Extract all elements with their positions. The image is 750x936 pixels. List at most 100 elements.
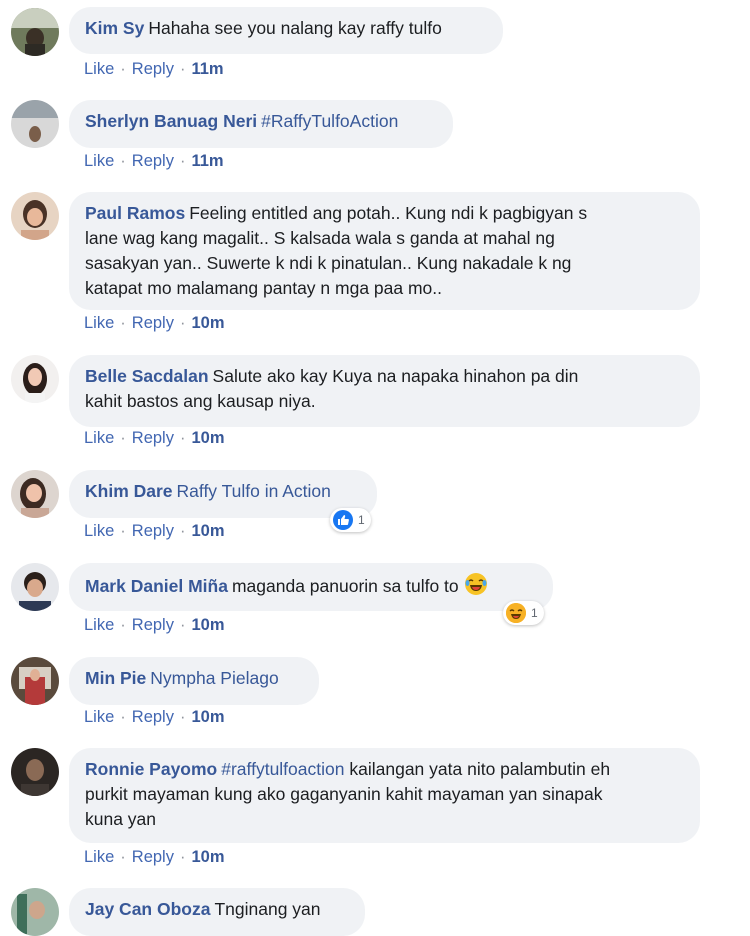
avatar[interactable] [11, 563, 59, 611]
comment-text-line: kailangan yata nito palambutin eh [349, 759, 611, 779]
like-link[interactable]: Like [84, 152, 114, 170]
like-link[interactable]: Like [84, 429, 114, 447]
commenter-name[interactable]: Paul Ramos [85, 203, 185, 223]
like-link[interactable]: Like [84, 60, 114, 78]
avatar-image [11, 192, 59, 240]
comment-bubble: Khim Dare Raffy Tulfo in Action [69, 470, 377, 518]
comment-bubble: Jay Can Oboza Tnginang yan [69, 888, 365, 936]
comment-text-line: kahit bastos ang kausap niya. [85, 391, 316, 411]
separator: · [120, 522, 126, 540]
commenter-name[interactable]: Ronnie Payomo [85, 759, 217, 779]
comment-actions: Like · Reply · 10m [84, 429, 225, 448]
timestamp[interactable]: 10m [191, 848, 224, 866]
avatar[interactable] [11, 8, 59, 56]
avatar[interactable] [11, 888, 59, 936]
separator: · [120, 429, 126, 447]
avatar-image [11, 8, 59, 56]
avatar[interactable] [11, 657, 59, 705]
timestamp[interactable]: 11m [191, 60, 223, 78]
comment-actions: Like · Reply · 11m [84, 60, 224, 79]
comment-actions: Like · Reply · 10m [84, 616, 225, 635]
hashtag-link[interactable]: #raffytulfoaction [221, 759, 344, 779]
reply-link[interactable]: Reply [132, 60, 174, 78]
comment-actions: Like · Reply · 10m [84, 708, 225, 727]
commenter-name[interactable]: Mark Daniel Miña [85, 576, 228, 596]
reply-link[interactable]: Reply [132, 429, 174, 447]
commenter-name[interactable]: Min Pie [85, 668, 146, 688]
separator: · [179, 429, 186, 447]
reply-link[interactable]: Reply [132, 152, 174, 170]
comment-text: maganda panuorin sa tulfo to [231, 576, 459, 597]
hashtag-link[interactable]: #RaffyTulfoAction [261, 111, 398, 131]
separator: · [179, 708, 186, 726]
comment-text-line: Salute ako kay Kuya na napaka hinahon pa… [212, 366, 579, 386]
reply-link[interactable]: Reply [132, 522, 174, 540]
comment-text: Hahaha see you nalang kay raffy tulfo [148, 18, 442, 38]
reply-link[interactable]: Reply [132, 708, 174, 726]
comment-text-line: purkit mayaman kung ako gaganyanin kahit… [85, 784, 603, 804]
separator: · [120, 314, 126, 332]
commenter-name[interactable]: Kim Sy [85, 18, 144, 38]
comment-bubble: Mark Daniel Miña maganda panuorin sa tulf… [69, 563, 553, 611]
like-icon [333, 510, 353, 530]
comment-actions: Like · Reply · 11m [84, 152, 224, 171]
like-link[interactable]: Like [84, 848, 114, 866]
like-link[interactable]: Like [84, 708, 114, 726]
reaction-count[interactable]: 1 [503, 601, 544, 625]
reply-link[interactable]: Reply [132, 616, 174, 634]
timestamp[interactable]: 10m [191, 708, 224, 726]
commenter-name[interactable]: Sherlyn Banuag Neri [85, 111, 257, 131]
avatar[interactable] [11, 748, 59, 796]
separator: · [120, 848, 126, 866]
avatar[interactable] [11, 192, 59, 240]
comment-bubble: Paul Ramos Feeling entitled ang potah.. K… [69, 192, 700, 310]
like-link[interactable]: Like [84, 314, 114, 332]
separator: · [179, 314, 186, 332]
comment-text-line: katapat mo malamang pantay n mga paa mo.… [85, 278, 443, 298]
laughing-crying-emoji [464, 572, 488, 603]
comment-text: Tnginang yan [214, 899, 321, 919]
avatar[interactable] [11, 470, 59, 518]
timestamp[interactable]: 10m [191, 522, 224, 540]
separator: · [179, 616, 186, 634]
separator: · [120, 616, 126, 634]
avatar-image [11, 748, 59, 796]
separator: · [120, 708, 126, 726]
comment-bubble: Sherlyn Banuag Neri #RaffyTulfoAction [69, 100, 453, 148]
comment-text-line: Feeling entitled ang potah.. Kung ndi k … [189, 203, 588, 223]
avatar-image [11, 563, 59, 611]
reply-link[interactable]: Reply [132, 314, 174, 332]
avatar[interactable] [11, 100, 59, 148]
reaction-count[interactable]: 1 [330, 508, 371, 532]
like-link[interactable]: Like [84, 522, 114, 540]
avatar-image [11, 470, 59, 518]
timestamp[interactable]: 11m [191, 152, 223, 170]
timestamp[interactable]: 10m [191, 314, 224, 332]
mention-link[interactable]: Nympha Pielago [150, 668, 278, 688]
reaction-count-value: 1 [358, 513, 365, 527]
avatar-image [11, 100, 59, 148]
commenter-name[interactable]: Belle Sacdalan [85, 366, 209, 386]
comment-text-line: kuna yan [85, 809, 157, 829]
comment-text-line: sasakyan yan.. Suwerte k ndi k pinatulan… [85, 253, 572, 273]
separator: · [179, 522, 186, 540]
separator: · [179, 152, 186, 170]
comment-text-line: lane wag kang magalit.. S kalsada wala s… [85, 228, 555, 248]
timestamp[interactable]: 10m [191, 429, 224, 447]
comment-bubble: Belle Sacdalan Salute ako kay Kuya na nap… [69, 355, 700, 427]
comment-bubble: Ronnie Payomo #raffytulfoaction kailangan… [69, 748, 700, 843]
timestamp[interactable]: 10m [191, 616, 224, 634]
mention-link[interactable]: Raffy Tulfo in Action [177, 481, 331, 501]
comment-actions: Like · Reply · 10m [84, 314, 225, 333]
avatar-image [11, 657, 59, 705]
avatar[interactable] [11, 355, 59, 403]
commenter-name[interactable]: Khim Dare [85, 481, 173, 501]
comment-actions: Like · Reply · 10m [84, 522, 225, 541]
separator: · [179, 848, 186, 866]
separator: · [179, 60, 186, 78]
reaction-count-value: 1 [531, 606, 538, 620]
like-link[interactable]: Like [84, 616, 114, 634]
commenter-name[interactable]: Jay Can Oboza [85, 899, 210, 919]
reply-link[interactable]: Reply [132, 848, 174, 866]
comment-bubble: Kim Sy Hahaha see you nalang kay raffy tu… [69, 7, 503, 54]
